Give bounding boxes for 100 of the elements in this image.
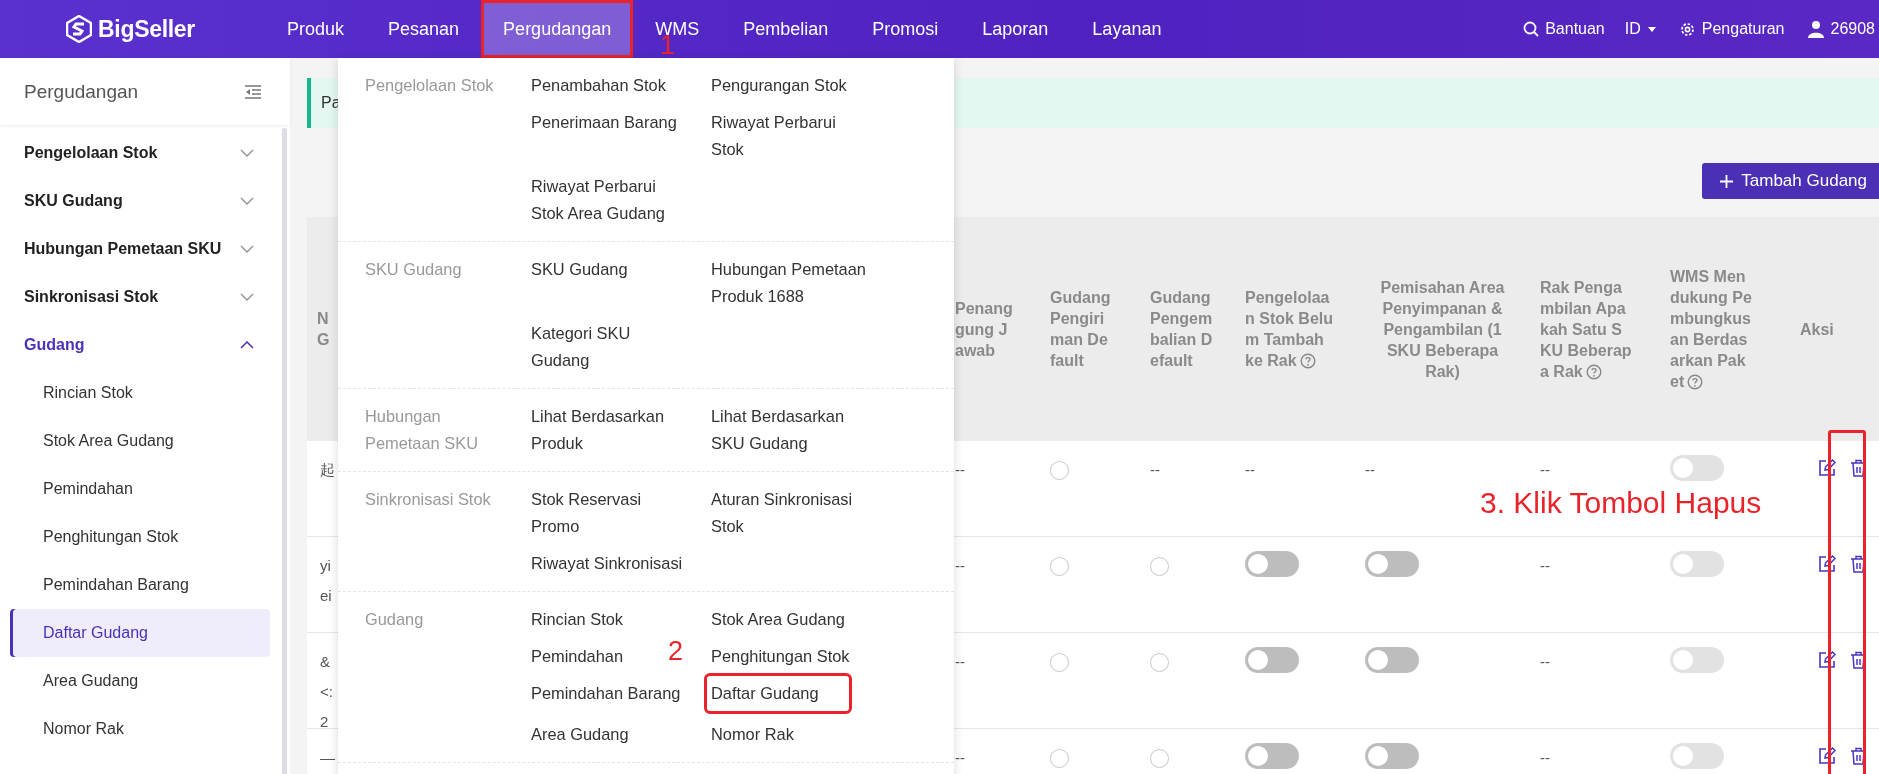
menu-item[interactable]: Penghitungan Stok — [711, 643, 850, 670]
chevron-icon — [240, 293, 254, 301]
toggle-switch[interactable] — [1365, 551, 1419, 577]
sidebar-item[interactable]: Stok Area Gudang — [10, 417, 270, 465]
menu-item[interactable]: Penambahan Stok — [531, 72, 666, 99]
sidebar-item[interactable]: Nomor Rak — [10, 705, 270, 753]
table-cell: -- — [1540, 557, 1550, 574]
caret-icon[interactable] — [1646, 25, 1657, 33]
menu-section-label: Hubungan Pemetaan SKU — [365, 406, 479, 454]
menu-section-label: Gudang — [365, 609, 425, 630]
sidebar-group[interactable]: Gudang — [10, 321, 270, 369]
menu-item[interactable]: Area Gudang — [531, 721, 629, 748]
menu-item[interactable]: SKU Gudang — [531, 256, 628, 283]
menu-item[interactable]: Pemindahan Barang — [531, 680, 681, 707]
table-cell: -- — [955, 461, 965, 478]
sidebar-item[interactable]: Daftar Gudang — [10, 609, 270, 657]
toggle-switch[interactable] — [1245, 551, 1299, 577]
column-header: Pemisahan Area Penyimpanan & Pengambilan (1 SKU Beberapa Rak) — [1379, 277, 1506, 382]
radio-button[interactable] — [1050, 461, 1069, 480]
sidebar-item[interactable]: Pemindahan — [10, 465, 270, 513]
sidebar-item[interactable]: Penghitungan Stok — [10, 513, 270, 561]
table-cell: -- — [1245, 461, 1255, 478]
radio-button[interactable] — [1050, 749, 1069, 768]
search-icon[interactable] — [1523, 21, 1540, 37]
table-cell: -- — [1365, 461, 1375, 478]
menu-item[interactable]: Nomor Rak — [711, 721, 794, 748]
sidebar-group[interactable]: Pengelolaan Stok — [10, 129, 270, 177]
chevron-icon — [240, 245, 254, 253]
nav-tab[interactable]: Layanan — [1070, 0, 1184, 58]
table-cell: -- — [1150, 461, 1160, 478]
toggle-switch[interactable] — [1365, 743, 1419, 769]
nav-tab[interactable]: Produk — [265, 0, 367, 58]
menu-section-label: SKU Gudang — [365, 259, 463, 280]
menu-item[interactable]: Aturan Sinkronisasi Stok — [711, 486, 866, 540]
radio-button[interactable] — [1150, 557, 1169, 576]
menu-item[interactable]: Riwayat Perbarui Stok — [711, 109, 866, 163]
table-cell: 起 — [320, 461, 335, 478]
sidebar-group[interactable]: Hubungan Pemetaan SKU — [10, 225, 270, 273]
radio-button[interactable] — [1150, 653, 1169, 672]
column-header: Gudang Pengiriman Default — [1050, 288, 1112, 371]
help-icon[interactable] — [1585, 363, 1602, 380]
add-warehouse-button[interactable]: Tambah Gudang — [1702, 163, 1879, 199]
sidebar-item[interactable]: Rincian Stok — [10, 369, 270, 417]
menu-item[interactable]: Pengurangan Stok — [711, 72, 847, 99]
user-id[interactable]: 26908 — [1830, 20, 1875, 38]
nav-tab[interactable]: Laporan — [960, 0, 1071, 58]
nav-tab[interactable]: Pembelian — [721, 0, 851, 58]
menu-section-label: Pengelolaan Stok — [365, 75, 495, 96]
help-icon[interactable] — [1687, 374, 1704, 390]
scrollbar[interactable] — [282, 128, 287, 774]
menu-item[interactable]: Rincian Stok — [531, 606, 623, 633]
menu-item[interactable]: Hubungan Pemetaan Produk 1688 — [711, 256, 866, 310]
edit-icon[interactable] — [1818, 459, 1836, 477]
nav-tab[interactable]: Pergudangan — [481, 0, 634, 58]
menu-item[interactable]: Riwayat Sinkronisasi — [531, 550, 683, 577]
column-header: Aksi — [1800, 319, 1834, 340]
edit-icon[interactable] — [1818, 651, 1836, 669]
menu-item[interactable]: Penerimaan Barang — [531, 109, 677, 136]
nav-tab[interactable]: Pesanan — [366, 0, 482, 58]
chevron-icon — [240, 197, 254, 205]
toggle-switch[interactable] — [1365, 647, 1419, 673]
menu-item[interactable]: Pemindahan — [531, 643, 624, 670]
menu-item[interactable]: Stok Area Gudang — [711, 606, 845, 633]
sidebar-group[interactable]: Sinkronisasi Stok — [10, 273, 270, 321]
table-cell: & <: 2 — [320, 653, 333, 730]
edit-icon[interactable] — [1818, 555, 1836, 573]
annotation-number: 2 — [668, 638, 684, 665]
collapse-icon[interactable] — [244, 83, 262, 100]
column-header: Rak Pengambilan Apakah Satu SKU Beberapa Rak — [1540, 277, 1633, 382]
edit-icon[interactable] — [1818, 747, 1836, 765]
annotation-text: 3. Klik Tombol Hapus — [1480, 488, 1762, 518]
radio-button[interactable] — [1050, 557, 1069, 576]
menu-item[interactable]: Lihat Berdasarkan Produk — [531, 403, 686, 457]
language-selector[interactable]: ID — [1624, 20, 1641, 38]
toggle-switch[interactable] — [1245, 647, 1299, 673]
chevron-icon — [240, 149, 254, 157]
toggle-switch[interactable] — [1245, 743, 1299, 769]
menu-item[interactable]: Kategori SKU Gudang — [531, 320, 686, 374]
menu-item[interactable]: Daftar Gudang — [707, 676, 849, 711]
sidebar-group[interactable]: SKU Gudang — [10, 177, 270, 225]
help-link[interactable]: Bantuan — [1545, 20, 1605, 38]
menu-item[interactable]: Riwayat Perbarui Stok Area Gudang — [531, 173, 686, 227]
help-icon[interactable] — [1299, 353, 1316, 369]
sidebar-title: Pergudangan — [24, 80, 139, 103]
radio-button[interactable] — [1150, 749, 1169, 768]
nav-tab[interactable]: Promosi — [850, 0, 961, 58]
column-header: Pengelolaan Stok Belum Tambah ke Rak — [1245, 288, 1334, 371]
column-header: WMS Mendukung Pembungkusan Berdasarkan Paket — [1670, 267, 1753, 392]
settings-link[interactable]: Pengaturan — [1701, 20, 1785, 38]
sidebar-item[interactable]: Area Gudang — [10, 657, 270, 705]
settings-icon[interactable] — [1678, 20, 1696, 38]
sidebar-item[interactable]: Pemindahan Barang — [10, 561, 270, 609]
user-icon[interactable] — [1806, 20, 1825, 38]
menu-item[interactable]: Lihat Berdasarkan SKU Gudang — [711, 403, 866, 457]
column-header: N G — [317, 309, 330, 350]
radio-button[interactable] — [1050, 653, 1069, 672]
table-cell: -- — [1540, 749, 1550, 766]
table-cell: -- — [1540, 461, 1550, 478]
column-header: Gudang Pengembalian Default — [1150, 288, 1214, 371]
menu-item[interactable]: Stok Reservasi Promo — [531, 486, 686, 540]
